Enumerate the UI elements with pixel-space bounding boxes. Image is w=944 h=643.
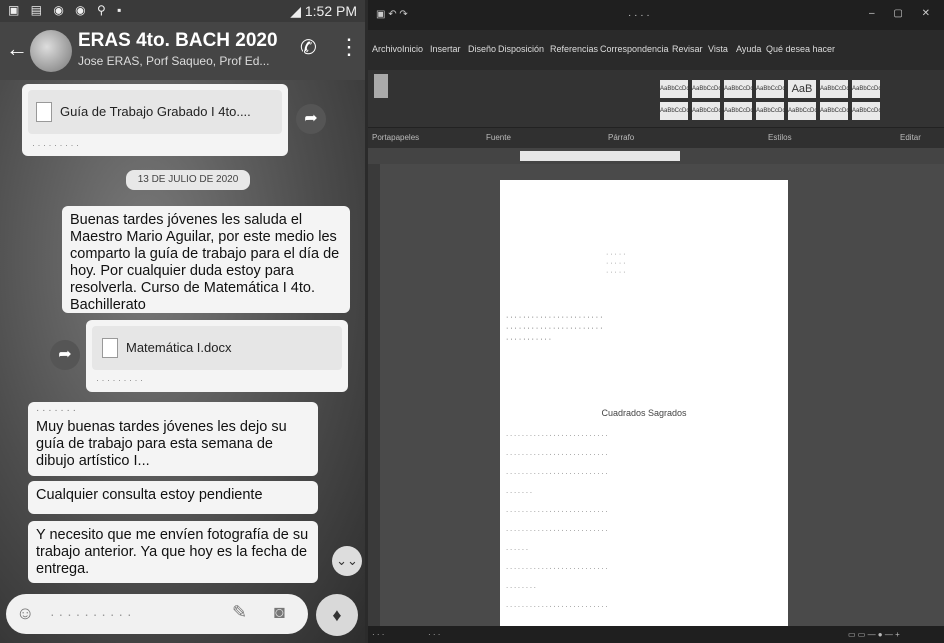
tell-me-search[interactable]: Qué desea hacer xyxy=(766,44,835,54)
chat-message[interactable]: Buenas tardes jóvenes les saluda el Maes… xyxy=(62,206,350,313)
tab-inicio[interactable]: Inicio xyxy=(402,44,423,54)
tab-disposicion[interactable]: Disposición xyxy=(498,44,544,54)
message-text: Cualquier consulta estoy pendiente xyxy=(36,487,263,503)
tab-diseno[interactable]: Diseño xyxy=(468,44,496,54)
date-chip: 13 DE JULIO DE 2020 xyxy=(126,170,250,190)
page-count[interactable]: · · · xyxy=(372,630,384,639)
style-ref[interactable]: AaBbCcDc xyxy=(756,102,785,120)
more-menu-icon[interactable]: ⋮ xyxy=(338,34,360,60)
chat-message[interactable]: Cualquier consulta estoy pendiente xyxy=(28,481,318,514)
style-caption[interactable]: AaBbCcDc xyxy=(852,102,881,120)
emoji-icon[interactable]: ☺ xyxy=(16,603,34,624)
tab-ayuda[interactable]: Ayuda xyxy=(736,44,761,54)
word-title-bar: ▣ ↶ ↷ · · · · – ▢ ✕ xyxy=(368,0,944,30)
style-title[interactable]: AaB xyxy=(788,80,816,98)
vertical-ruler[interactable] xyxy=(368,164,380,626)
group-fuente: Fuente xyxy=(486,133,511,142)
document-icon xyxy=(36,102,52,122)
status-time: 1:52 PM xyxy=(304,3,357,19)
word-window: ▣ ↶ ↷ · · · · – ▢ ✕ Archivo Inicio Inser… xyxy=(368,0,944,643)
tab-vista[interactable]: Vista xyxy=(708,44,728,54)
style-strong[interactable]: AaBbCcDc xyxy=(660,102,689,120)
section-heading: Cuadrados Sagrados xyxy=(601,408,687,418)
mic-button[interactable]: ♦ xyxy=(316,594,358,636)
chat-message[interactable]: · · · · · · · Muy buenas tardes jóvenes … xyxy=(28,402,318,476)
scroll-down-icon[interactable]: ⌄⌄ xyxy=(332,546,362,576)
tab-insertar[interactable]: Insertar xyxy=(430,44,461,54)
body-text: · · · · · · · · · · · · · · · · · · · · … xyxy=(506,432,608,610)
window-controls[interactable]: – ▢ ✕ xyxy=(869,8,938,19)
document-meta: · · · · · · · · · xyxy=(32,140,79,150)
style-emphasis[interactable]: AaBbCcDc xyxy=(852,80,881,98)
back-arrow-icon[interactable]: ← xyxy=(6,36,28,62)
word-count[interactable]: · · · xyxy=(428,630,440,639)
chat-title[interactable]: ERAS 4to. BACH 2020 xyxy=(78,30,278,52)
document-attachment[interactable]: Matemática I.docx xyxy=(92,326,342,370)
camera-icon[interactable]: ◙ xyxy=(274,602,285,623)
ribbon-tabs: Archivo Inicio Insertar Diseño Disposici… xyxy=(368,30,944,70)
ribbon-group-labels: Portapapeles Fuente Párrafo Estilos Edit… xyxy=(368,128,944,148)
group-estilos: Estilos xyxy=(768,133,792,142)
style-no-spacing[interactable]: AaBbCcDc xyxy=(692,80,721,98)
add-call-icon[interactable]: ✆ xyxy=(300,35,317,60)
school-logo: · · · · · · · · · · · · · · · xyxy=(606,251,626,276)
horizontal-ruler[interactable] xyxy=(368,148,944,164)
chat-subtitle[interactable]: Jose ERAS, Porf Saqueo, Prof Ed... xyxy=(78,54,269,68)
tab-revisar[interactable]: Revisar xyxy=(672,44,703,54)
notification-icons: ▣ ▤ ◉ ◉ ⚲ ▪ xyxy=(8,3,126,17)
document-message[interactable]: Guía de Trabajo Grabado I 4to.... · · · … xyxy=(22,84,288,156)
document-name: Matemática I.docx xyxy=(126,340,232,355)
style-quote[interactable]: AaBbCcDc xyxy=(692,102,721,120)
group-avatar[interactable] xyxy=(30,30,72,72)
document-page[interactable]: · · · · · · · · · · · · · · · · · · · · · … xyxy=(500,180,788,626)
style-subtitle[interactable]: AaBbCcDc xyxy=(820,80,849,98)
style-book[interactable]: AaBbCcDc xyxy=(788,102,817,120)
style-heading-1[interactable]: AaBbCcDc xyxy=(724,80,753,98)
message-sender: · · · · · · · xyxy=(36,405,76,416)
whatsapp-phone-screen: ▣ ▤ ◉ ◉ ⚲ ▪ ◢ 1:52 PM ← ERAS 4to. BACH 2… xyxy=(0,0,365,643)
message-text: Buenas tardes jóvenes les saluda el Maes… xyxy=(70,212,340,313)
ribbon-toolbar: AaBbCcDc AaBbCcDc AaBbCcDc AaBbCcDc AaB … xyxy=(368,70,944,128)
group-parrafo: Párrafo xyxy=(608,133,635,142)
forward-icon[interactable]: ➦ xyxy=(50,340,80,370)
document-workspace: · · · · · · · · · · · · · · · · · · · · · … xyxy=(368,164,944,626)
group-portapapeles: Portapapeles xyxy=(372,133,420,142)
quick-access-icons[interactable]: ▣ ↶ ↷ xyxy=(376,9,408,20)
chat-header: ← ERAS 4to. BACH 2020 Jose ERAS, Porf Sa… xyxy=(0,22,365,80)
tab-archivo[interactable]: Archivo xyxy=(372,44,402,54)
message-text: Y necesito que me envíen fotografía de s… xyxy=(36,527,309,577)
document-attachment[interactable]: Guía de Trabajo Grabado I 4to.... xyxy=(28,90,282,134)
style-list[interactable]: AaBbCcDc xyxy=(820,102,849,120)
microphone-icon: ♦ xyxy=(332,605,342,625)
document-name: Guía de Trabajo Grabado I 4to.... xyxy=(60,104,251,119)
document-message[interactable]: Matemática I.docx · · · · · · · · · xyxy=(86,320,348,392)
phone-status-bar: ▣ ▤ ◉ ◉ ⚲ ▪ ◢ 1:52 PM xyxy=(0,0,365,22)
tab-referencias[interactable]: Referencias xyxy=(550,44,598,54)
document-title: · · · · xyxy=(628,10,650,21)
message-input[interactable]: · · · · · · · · · · xyxy=(50,606,132,622)
document-icon xyxy=(102,338,118,358)
forward-icon[interactable]: ➦ xyxy=(296,104,326,134)
instructions-paragraph: · · · · · · · · · · · · · · · · · · · · … xyxy=(506,314,603,343)
message-input-bar[interactable]: ☺ · · · · · · · · · · ✎ ◙ xyxy=(6,594,308,634)
signal-icon: ◢ xyxy=(290,3,305,19)
group-editar: Editar xyxy=(900,133,921,142)
chat-message[interactable]: Y necesito que me envíen fotografía de s… xyxy=(28,521,318,583)
document-meta: · · · · · · · · · xyxy=(96,375,143,385)
zoom-control[interactable]: ▭ ▭ — ● — + xyxy=(848,630,900,639)
style-normal[interactable]: AaBbCcDc xyxy=(660,80,689,98)
attach-icon[interactable]: ✎ xyxy=(232,602,247,623)
style-heading-2[interactable]: AaBbCcDc xyxy=(756,80,785,98)
style-intense[interactable]: AaBbCcDc xyxy=(724,102,753,120)
word-status-bar: · · · · · · ▭ ▭ — ● — + xyxy=(368,626,944,643)
paste-icon[interactable] xyxy=(374,74,388,98)
tab-correspondencia[interactable]: Correspondencia xyxy=(600,44,669,54)
